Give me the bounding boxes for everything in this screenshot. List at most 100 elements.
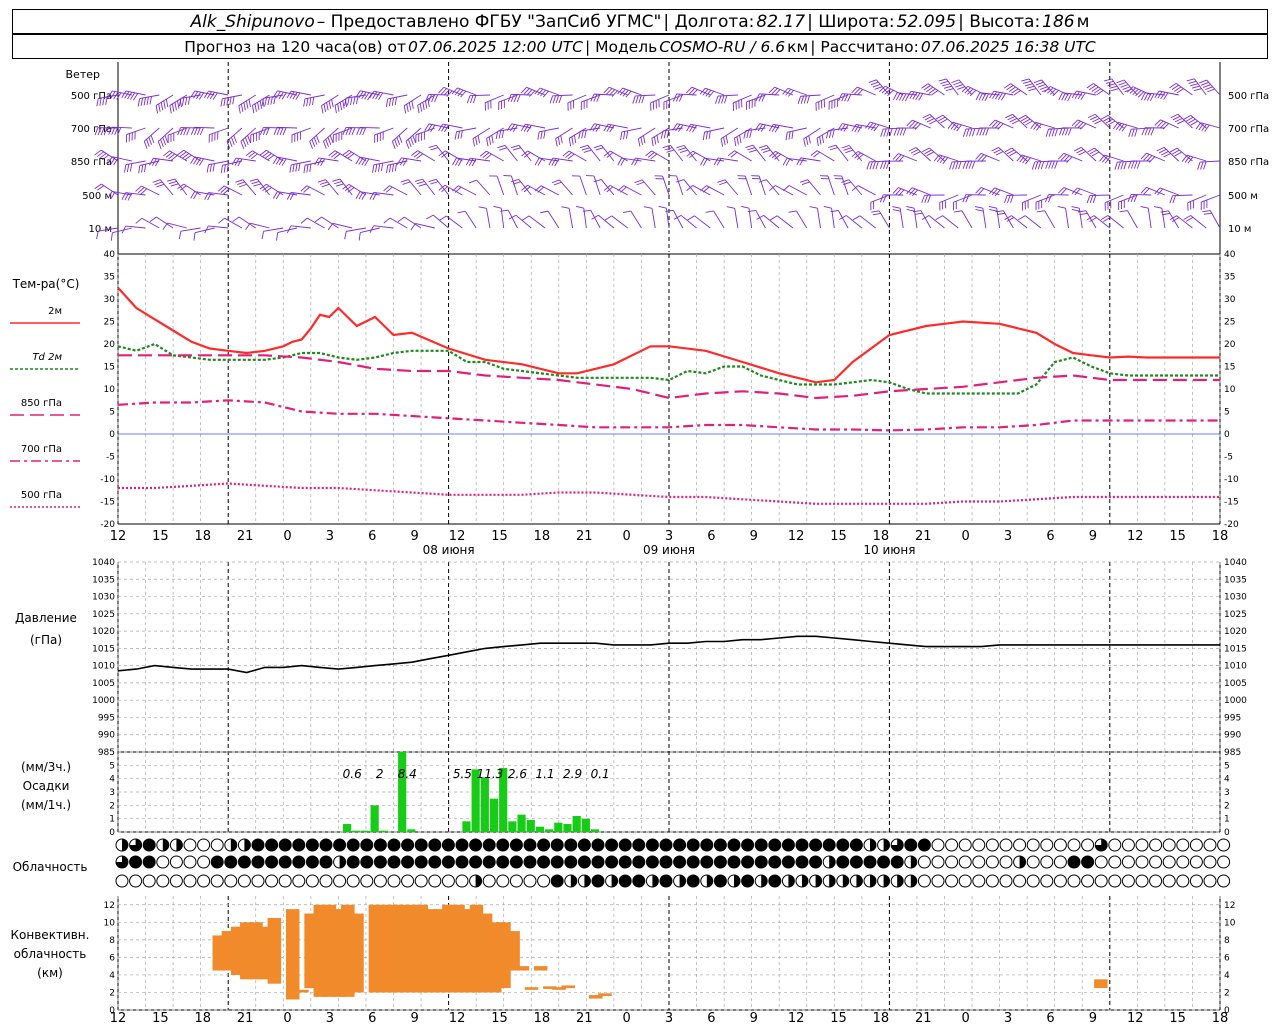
cloud-cover-icon <box>537 838 551 852</box>
wind-barb <box>953 210 973 229</box>
wind-barb-feather <box>321 105 324 114</box>
wind-barb-feather <box>803 138 806 147</box>
pressure-y-tick: 1030 <box>92 593 115 603</box>
cloud-cover-icon <box>428 855 442 869</box>
cloud-cover-icon <box>713 838 727 852</box>
cloud-cover-icon <box>768 838 782 852</box>
conv-y-tick: 10 <box>1224 918 1236 928</box>
wind-barb <box>110 227 132 241</box>
wind-barb-staff <box>476 179 491 196</box>
precip-bar <box>554 822 563 832</box>
wind-barb-feather <box>869 161 873 170</box>
wind-barb-feather <box>251 105 255 114</box>
wind-barb-feather <box>344 231 347 240</box>
wind-barb <box>851 86 876 96</box>
wind-barb-feather <box>396 137 401 145</box>
precip-y-tick: 2 <box>1224 801 1230 811</box>
cloud-cover-icon <box>1108 874 1122 888</box>
wind-barb-feather <box>914 212 923 215</box>
wind-barb <box>893 127 917 136</box>
cloud-circle <box>401 838 415 852</box>
cloud-cover-icon <box>632 838 646 852</box>
convective-cloud-bar <box>533 966 548 971</box>
wind-barb-staff <box>432 214 449 229</box>
cloud-circle <box>509 838 523 852</box>
temp-y-tick: 35 <box>1224 273 1235 283</box>
cloud-cover-icon <box>645 838 659 852</box>
wind-barb-staff <box>547 210 560 229</box>
wind-barb-feather <box>1073 146 1082 152</box>
wind-barb-feather <box>799 179 808 183</box>
cloud-cover-icon <box>251 855 265 869</box>
wind-barb <box>879 194 904 203</box>
cloud-cover-icon <box>1176 838 1190 852</box>
wind-barb-feather <box>926 118 935 123</box>
cloud-cover-icon <box>482 838 496 852</box>
cloud-circle <box>958 855 972 869</box>
cloud-cover-icon <box>1040 855 1054 869</box>
wind-barb-feather <box>724 95 728 104</box>
wind-barb-feather <box>1177 120 1185 125</box>
wind-barb-staff <box>1172 194 1193 197</box>
time-tick-label: 9 <box>411 1011 419 1024</box>
wind-barb <box>1169 147 1193 162</box>
cloud-cover-icon <box>917 838 931 852</box>
wind-barb-feather <box>1186 78 1195 82</box>
wind-barb-feather <box>910 149 919 154</box>
cloud-cover-icon <box>224 838 238 852</box>
wind-barb <box>300 185 325 196</box>
wind-barb-feather <box>499 147 508 151</box>
wind-barb-staff <box>928 215 945 229</box>
wind-barb-feather <box>187 96 191 105</box>
cloud-circle <box>1162 874 1176 888</box>
wind-barb-feather <box>1079 212 1088 216</box>
wind-barb-staff <box>630 210 642 229</box>
wind-barb <box>1127 160 1152 169</box>
wind-barb-feather <box>543 130 546 139</box>
wind-barb-feather <box>273 96 276 105</box>
cloud-circle <box>292 838 306 852</box>
cloud-cover-icon <box>863 874 877 888</box>
wind-barb-staff <box>346 227 367 232</box>
precip-bar <box>535 826 545 832</box>
wind-barb <box>839 215 863 229</box>
wind-barb-feather <box>1162 212 1171 216</box>
wind-barb-feather <box>1039 86 1048 90</box>
cloud-circle <box>333 874 347 888</box>
wind-barb-feather <box>292 164 295 173</box>
wind-barb <box>676 144 697 162</box>
wind-barb-staff <box>1147 208 1152 229</box>
wind-barb-feather <box>872 212 881 216</box>
cloud-circle <box>632 838 646 852</box>
cloud-cover-icon <box>129 838 143 852</box>
cloud-circle <box>373 838 387 852</box>
cloud-circle <box>632 874 646 888</box>
wind-barb-feather <box>886 128 890 137</box>
conv-y-tick: 10 <box>104 918 116 928</box>
wind-barb-feather <box>868 79 877 83</box>
cloud-circle <box>496 874 510 888</box>
wind-barb-feather <box>758 145 767 149</box>
cloud-circle <box>1108 874 1122 888</box>
conv-y-tick: 0 <box>109 1006 115 1016</box>
wind-barb-staff <box>579 175 587 196</box>
wind-barb <box>385 94 408 107</box>
wind-barb-feather <box>391 141 396 149</box>
wind-barb <box>1169 215 1193 229</box>
cloud-circle <box>265 874 279 888</box>
wind-barb-feather <box>311 139 316 147</box>
wind-barb-feather <box>231 137 235 145</box>
cloud-cover-icon <box>591 874 605 888</box>
wind-barb-feather <box>1036 210 1045 213</box>
wind-barb-feather <box>411 100 414 109</box>
cloud-cover-icon <box>945 874 959 888</box>
cloud-cover-icon <box>890 855 904 869</box>
wind-barb-staff <box>651 208 656 229</box>
wind-barb-feather <box>982 127 987 136</box>
wind-barb-feather <box>604 215 613 221</box>
cloud-circle <box>414 874 428 888</box>
wind-barb-feather <box>422 102 425 111</box>
cloud-cover-icon <box>1217 874 1231 888</box>
wind-barb-feather <box>468 179 477 184</box>
cloud-cover-icon <box>115 874 129 888</box>
